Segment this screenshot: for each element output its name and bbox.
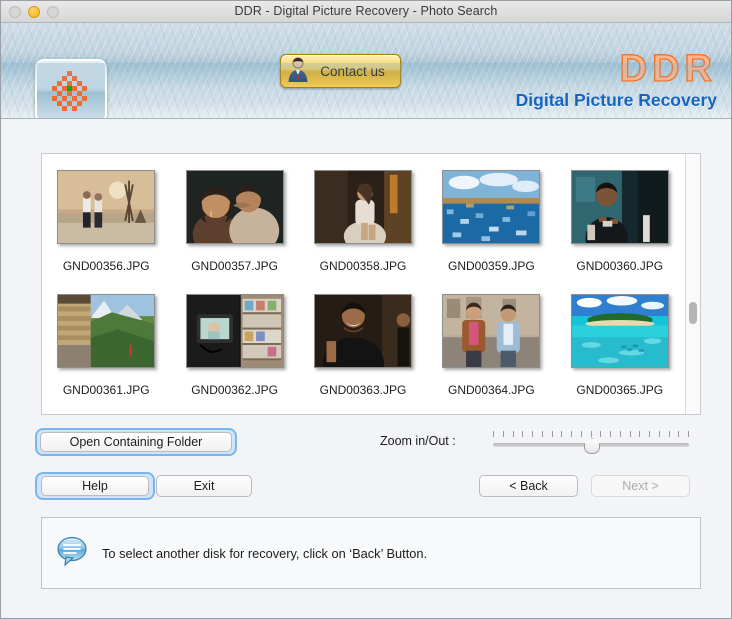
zoom-tick <box>522 431 523 437</box>
contact-us-button[interactable]: Contact us <box>280 54 401 88</box>
zoom-tick <box>639 431 640 437</box>
thumbnail-item[interactable]: GND00356.JPG <box>42 162 170 286</box>
thumbnail-image[interactable] <box>314 170 412 244</box>
thumbnail-filename: GND00363.JPG <box>320 383 407 397</box>
thumbnail-item[interactable]: GND00358.JPG <box>299 162 427 286</box>
thumbnail-filename: GND00364.JPG <box>448 383 535 397</box>
thumbnail-item[interactable]: GND00357.JPG <box>170 162 298 286</box>
vertical-scrollbar[interactable] <box>685 154 700 414</box>
thumbnail-image[interactable] <box>571 294 669 368</box>
content-area: GND00356.JPG GND00357.JPG GND00358.JPG <box>1 119 731 619</box>
checkered-flower-icon <box>35 59 107 119</box>
window-title: DDR - Digital Picture Recovery - Photo S… <box>1 4 731 18</box>
zoom-tick <box>542 431 543 437</box>
back-button[interactable]: < Back <box>479 475 578 497</box>
thumbnail-item[interactable]: GND00359.JPG <box>427 162 555 286</box>
app-header: Contact us DDR Digital Picture Recovery <box>1 23 731 119</box>
zoom-tick <box>620 431 621 437</box>
zoom-tick <box>688 431 689 437</box>
zoom-tick <box>561 431 562 437</box>
zoom-tick <box>552 431 553 437</box>
thumbnail-item[interactable]: GND00360.JPG <box>556 162 684 286</box>
zoom-tick <box>581 431 582 437</box>
zoom-tick <box>532 431 533 437</box>
thumbnail-item[interactable]: GND00361.JPG <box>42 286 170 410</box>
zoom-slider[interactable] <box>493 431 689 453</box>
zoom-tick <box>610 431 611 437</box>
thumbnail-filename: GND00365.JPG <box>576 383 663 397</box>
thumbnail-image[interactable] <box>186 170 284 244</box>
thumbnail-item[interactable]: GND00364.JPG <box>427 286 555 410</box>
zoom-tick <box>571 431 572 437</box>
thumbnail-image[interactable] <box>571 170 669 244</box>
thumbnail-filename: GND00357.JPG <box>191 259 278 273</box>
thumbnail-grid: GND00356.JPG GND00357.JPG GND00358.JPG <box>42 154 684 414</box>
contact-us-label: Contact us <box>309 64 400 79</box>
zoom-tick <box>659 431 660 437</box>
brand-tagline: Digital Picture Recovery <box>516 89 717 111</box>
thumbnail-image[interactable] <box>314 294 412 368</box>
thumbnail-filename: GND00361.JPG <box>63 383 150 397</box>
application-window: DDR - Digital Picture Recovery - Photo S… <box>0 0 732 619</box>
thumbnail-filename: GND00359.JPG <box>448 259 535 273</box>
thumbnail-image[interactable] <box>57 294 155 368</box>
zoom-slider-ticks <box>493 431 689 437</box>
zoom-tick <box>600 431 601 437</box>
zoom-tick <box>493 431 494 437</box>
thumbnail-image[interactable] <box>186 294 284 368</box>
thumbnail-item[interactable]: GND00363.JPG <box>299 286 427 410</box>
zoom-slider-knob[interactable] <box>584 438 600 454</box>
help-button[interactable]: Help <box>41 476 149 496</box>
thumbnail-panel: GND00356.JPG GND00357.JPG GND00358.JPG <box>41 153 701 415</box>
thumbnail-item[interactable]: GND00365.JPG <box>556 286 684 410</box>
brand-block: DDR Digital Picture Recovery <box>516 49 717 111</box>
zoom-tick <box>669 431 670 437</box>
zoom-tick <box>503 431 504 437</box>
status-message: To select another disk for recovery, cli… <box>102 546 427 561</box>
thumbnail-item[interactable]: GND00362.JPG <box>170 286 298 410</box>
zoom-label: Zoom in/Out : <box>380 434 456 448</box>
zoom-tick <box>591 431 592 437</box>
thumbnail-image[interactable] <box>57 170 155 244</box>
thumbnail-filename: GND00358.JPG <box>320 259 407 273</box>
zoom-tick <box>630 431 631 437</box>
zoom-tick <box>678 431 679 437</box>
status-panel: To select another disk for recovery, cli… <box>41 517 701 589</box>
exit-button[interactable]: Exit <box>156 475 252 497</box>
thumbnail-filename: GND00356.JPG <box>63 259 150 273</box>
help-focus-ring: Help <box>35 472 155 500</box>
zoom-tick <box>649 431 650 437</box>
person-icon <box>287 56 309 87</box>
zoom-tick <box>513 431 514 437</box>
open-containing-folder-button[interactable]: Open Containing Folder <box>40 432 232 452</box>
thumbnail-image[interactable] <box>442 170 540 244</box>
open-containing-folder-focus-ring: Open Containing Folder <box>35 428 237 456</box>
title-bar: DDR - Digital Picture Recovery - Photo S… <box>1 1 731 23</box>
next-button: Next > <box>591 475 690 497</box>
scrollbar-thumb[interactable] <box>689 302 697 324</box>
speech-bubble-icon <box>56 535 90 572</box>
thumbnail-filename: GND00362.JPG <box>191 383 278 397</box>
thumbnail-filename: GND00360.JPG <box>576 259 663 273</box>
ddr-logo: DDR <box>516 49 717 89</box>
thumbnail-image[interactable] <box>442 294 540 368</box>
